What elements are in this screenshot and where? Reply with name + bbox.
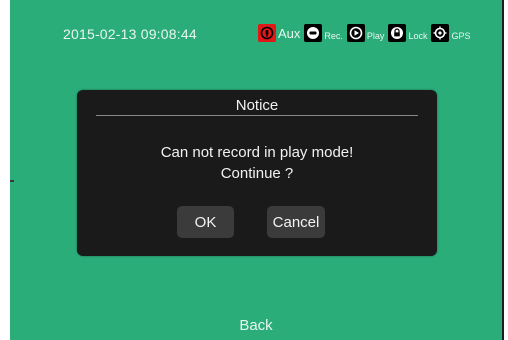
frame-edge	[502, 0, 508, 340]
status-rec: Rec.	[304, 24, 343, 42]
edge-mark	[10, 180, 14, 182]
notice-dialog: Notice Can not record in play mode! Cont…	[77, 90, 437, 256]
rec-label: Rec.	[324, 31, 343, 41]
dialog-divider	[96, 115, 418, 116]
play-label: Play	[366, 31, 385, 41]
lock-icon	[388, 24, 407, 42]
datetime-display: 2015-02-13 09:08:44	[63, 26, 197, 42]
aux-label: Aux	[278, 26, 301, 41]
record-icon	[304, 24, 323, 42]
dialog-title: Notice	[235, 97, 279, 114]
ok-button[interactable]: OK	[177, 206, 234, 238]
status-gps: GPS	[431, 24, 470, 42]
dialog-message-line-2: Continue ?	[220, 165, 294, 182]
dialog-message-line-1: Can not record in play mode!	[160, 144, 354, 161]
play-icon	[346, 24, 365, 42]
dialog-message: Can not record in play mode! Continue ?	[77, 142, 437, 184]
device-screen: 2015-02-13 09:08:44 Aux Rec. Play Lock G…	[10, 0, 502, 340]
cancel-button[interactable]: Cancel	[267, 206, 325, 238]
gps-icon	[431, 24, 450, 42]
status-aux: Aux	[258, 24, 300, 42]
status-play: Play	[346, 24, 385, 42]
gps-label: GPS	[451, 31, 471, 41]
lock-label: Lock	[408, 31, 428, 41]
status-lock: Lock	[388, 24, 427, 42]
status-bar: Aux Rec. Play Lock GPS	[258, 23, 474, 43]
aux-icon	[258, 24, 276, 42]
back-button[interactable]: Back	[10, 317, 502, 334]
